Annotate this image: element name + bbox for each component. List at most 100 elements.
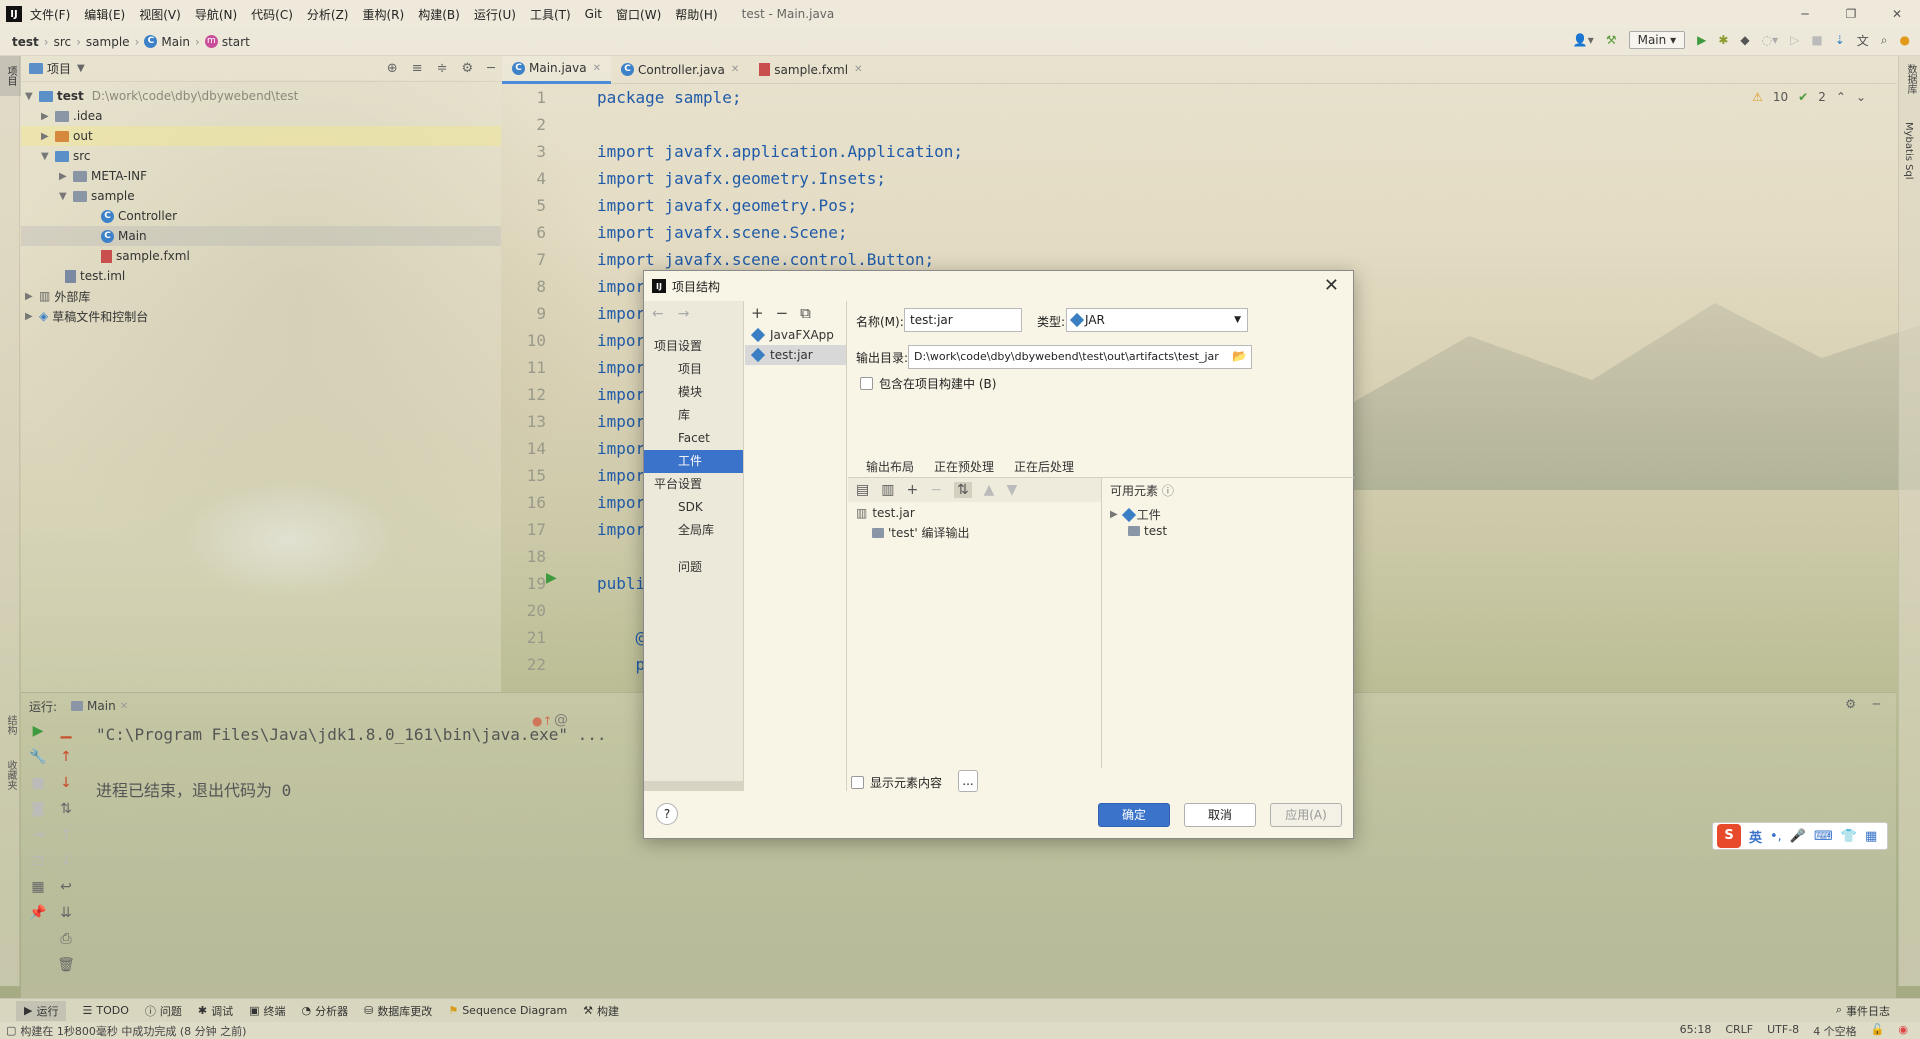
structure-tool-button[interactable]: 结构 <box>0 711 21 739</box>
menu-git[interactable]: Git <box>585 7 602 21</box>
back-arrow-icon[interactable]: ← <box>652 306 664 322</box>
search-icon[interactable]: ⌕ <box>1881 33 1888 48</box>
code-line[interactable]: import javafx.geometry.Pos; <box>597 192 963 219</box>
breadcrumb-sample[interactable]: sample <box>86 35 130 49</box>
tree-item-sample[interactable]: ▼ sample <box>21 186 501 206</box>
tree-item-main[interactable]: C Main <box>21 226 501 246</box>
expand-all-icon[interactable]: ≡ <box>412 61 423 76</box>
nav-item-artifacts[interactable]: 工件 <box>644 450 743 473</box>
archive-icon[interactable]: ▥ <box>881 482 894 498</box>
close-icon[interactable]: ✕ <box>1324 275 1339 296</box>
translate-icon[interactable]: 文 <box>1857 32 1869 49</box>
event-log-button[interactable]: ⌕ 事件日志 <box>1836 1003 1890 1019</box>
sort-icon[interactable]: ⇅ <box>60 801 72 817</box>
breadcrumb-start[interactable]: start <box>222 35 250 49</box>
add-icon[interactable]: + <box>906 482 918 498</box>
artifact-item-javafxapp[interactable]: JavaFXApp <box>745 325 846 345</box>
chevron-up-icon[interactable]: ⌃ <box>1836 90 1846 104</box>
code-line[interactable]: package sample; <box>597 84 963 111</box>
keyboard-icon[interactable]: ⌨ <box>1814 829 1833 844</box>
copy-icon[interactable]: ⧉ <box>800 304 811 322</box>
available-item-test[interactable]: test <box>1128 524 1167 538</box>
toolwin-todo[interactable]: ☰ TODO <box>82 1004 128 1017</box>
run-tab-main[interactable]: Main ✕ <box>71 699 128 713</box>
database-tool-button[interactable]: 数据库 <box>1899 56 1920 102</box>
indent-setting[interactable]: 4 个空格 <box>1813 1023 1857 1039</box>
remove-icon[interactable]: − <box>930 482 942 498</box>
menu-window[interactable]: 窗口(W) <box>616 6 661 23</box>
project-tool-button[interactable]: 项目 <box>0 56 21 96</box>
show-content-checkbox[interactable]: 显示元素内容 <box>851 774 942 791</box>
microphone-icon[interactable]: 🎤 <box>1790 829 1806 844</box>
breadcrumb-main[interactable]: Main <box>161 35 190 49</box>
scrollbar[interactable] <box>644 781 744 791</box>
menu-run[interactable]: 运行(U) <box>474 6 516 23</box>
step-icon[interactable]: ▷ <box>1790 33 1799 47</box>
checkbox[interactable] <box>851 776 864 789</box>
chevron-down-icon[interactable]: ▼ <box>77 63 85 74</box>
nav-item-global-libs[interactable]: 全局库 <box>644 519 743 542</box>
stop-icon[interactable]: ■ <box>1811 33 1822 47</box>
new-folder-icon[interactable]: ▤ <box>856 482 869 498</box>
code-line[interactable]: import javafx.scene.Scene; <box>597 219 963 246</box>
skin-icon[interactable]: 👕 <box>1841 829 1857 844</box>
run-config-select[interactable]: Main ▾ <box>1628 31 1686 49</box>
hide-icon[interactable]: ─ <box>1873 697 1880 711</box>
close-icon[interactable]: ✕ <box>120 701 128 712</box>
toolwin-debug[interactable]: ✱ 调试 <box>198 1003 233 1019</box>
file-encoding[interactable]: UTF-8 <box>1767 1023 1799 1039</box>
sogou-logo-icon[interactable]: S <box>1717 824 1741 848</box>
build-hammer-icon[interactable]: ⚒ <box>1606 33 1617 47</box>
menu-view[interactable]: 视图(V) <box>139 6 181 23</box>
breadcrumb-src[interactable]: src <box>54 35 72 49</box>
hide-icon[interactable]: ─ <box>487 61 495 76</box>
name-input[interactable]: test:jar <box>904 308 1022 332</box>
tree-item-root[interactable]: ▼ test D:\work\code\dby\dbywebend\test <box>21 86 501 106</box>
stop-red-icon[interactable]: ▁ <box>61 723 72 739</box>
chrome-icon[interactable]: ◉ <box>1898 1023 1908 1039</box>
toolwin-db-changes[interactable]: ⛁ 数据库更改 <box>364 1003 432 1019</box>
settings-gear-icon[interactable]: ⚙ <box>462 61 474 76</box>
menu-code[interactable]: 代码(C) <box>251 6 293 23</box>
wrap-icon[interactable]: ↩ <box>60 879 72 895</box>
collapse-all-icon[interactable]: ≑ <box>437 61 448 76</box>
stop-icon[interactable]: ■ <box>31 775 44 791</box>
more-button[interactable]: ... <box>958 770 978 792</box>
move-up-icon[interactable]: ▲ <box>984 482 995 498</box>
pin-icon[interactable]: 📌 <box>29 905 46 921</box>
nav-item-problems[interactable]: 问题 <box>644 556 743 579</box>
close-icon[interactable]: ✕ <box>854 64 862 75</box>
code-line[interactable]: import javafx.scene.control.Button; <box>597 246 963 273</box>
tree-item-sample-fxml[interactable]: sample.fxml <box>21 246 501 266</box>
help-button[interactable]: ? <box>656 803 678 825</box>
folder-browse-icon[interactable]: 📂 <box>1232 349 1247 363</box>
menu-analyze[interactable]: 分析(Z) <box>307 6 349 23</box>
tree-item-scratches[interactable]: ▶ ◈ 草稿文件和控制台 <box>21 306 501 326</box>
help-circle-icon[interactable]: ⓘ <box>1162 484 1174 498</box>
up-icon[interactable]: ↑ <box>60 827 72 843</box>
nav-item-sdk[interactable]: SDK <box>644 496 743 519</box>
vcs-update-icon[interactable]: ⇣ <box>1835 33 1845 47</box>
project-panel-title[interactable]: 项目 <box>47 60 71 77</box>
favorites-tool-button[interactable]: 收藏夹 <box>0 756 21 794</box>
tree-item-external-libs[interactable]: ▶ ▥ 外部库 <box>21 286 501 306</box>
menu-build[interactable]: 构建(B) <box>418 6 460 23</box>
user-icon[interactable]: 👤▾ <box>1573 33 1594 47</box>
toolwin-terminal[interactable]: ▣ 终端 <box>249 1003 285 1019</box>
cancel-button[interactable]: 取消 <box>1184 803 1256 827</box>
layout-icon[interactable]: ▦ <box>31 879 44 895</box>
checkbox[interactable] <box>860 377 873 390</box>
tree-item-out[interactable]: ▶ out <box>21 126 501 146</box>
toolwin-problems[interactable]: ⓘ 问题 <box>145 1003 182 1019</box>
layout-item-test-jar[interactable]: ▥ test.jar <box>856 506 915 520</box>
ime-language[interactable]: 英 <box>1749 827 1762 846</box>
tree-item-meta-inf[interactable]: ▶ META-INF <box>21 166 501 186</box>
menu-file[interactable]: 文件(F) <box>30 6 70 23</box>
nav-item-libraries[interactable]: 库 <box>644 404 743 427</box>
maximize-icon[interactable]: ❐ <box>1828 0 1874 28</box>
nav-item-facets[interactable]: Facet <box>644 427 743 450</box>
code-line[interactable]: import javafx.geometry.Insets; <box>597 165 963 192</box>
tree-item-src[interactable]: ▼ src <box>21 146 501 166</box>
toolwin-build[interactable]: ⚒ 构建 <box>583 1003 619 1019</box>
tree-item-idea[interactable]: ▶ .idea <box>21 106 501 126</box>
